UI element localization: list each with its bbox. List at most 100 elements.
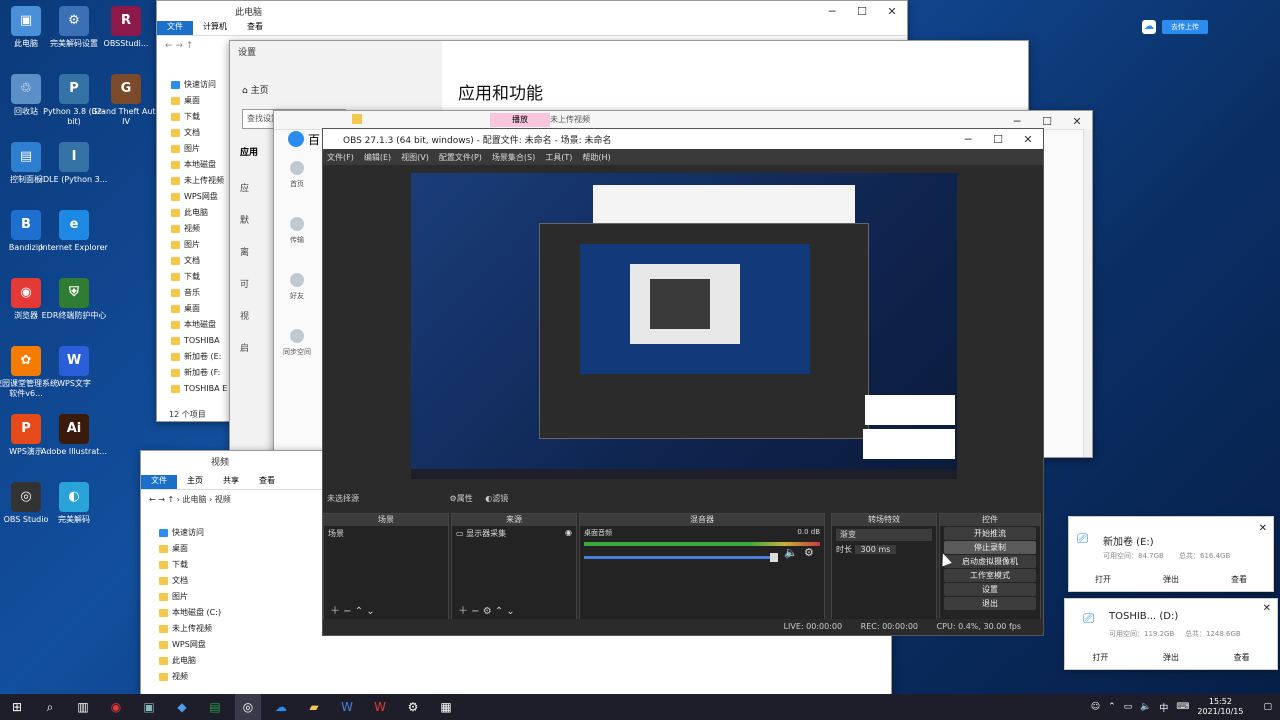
tree-item[interactable]: 快速访问: [159, 525, 239, 541]
menu-item[interactable]: 配置文件(P): [439, 152, 482, 163]
gear-icon[interactable]: ⚙: [804, 546, 814, 559]
tab-view[interactable]: 查看: [237, 21, 273, 35]
settings-nav-item[interactable]: 启: [240, 341, 249, 373]
settings-nav-item[interactable]: 离: [240, 245, 249, 277]
desktop-icon[interactable]: G Grand Theft Auto IV: [91, 74, 161, 127]
wps-office-icon[interactable]: W: [367, 694, 393, 720]
app-icon[interactable]: ▣: [136, 694, 162, 720]
task-view-icon[interactable]: ▥: [70, 694, 96, 720]
tree-item[interactable]: 快速访问: [171, 77, 231, 93]
control-button[interactable]: 启动虚拟摄像机: [944, 555, 1036, 568]
open-button[interactable]: 打开: [1092, 652, 1108, 663]
control-button[interactable]: 开始推流: [944, 527, 1036, 540]
tree-item[interactable]: 桌面: [171, 93, 231, 109]
maximize-icon[interactable]: ☐: [983, 129, 1013, 149]
control-button[interactable]: 退出: [944, 597, 1036, 610]
upload-button[interactable]: 去传上传: [1162, 20, 1208, 34]
tab-file[interactable]: 文件: [141, 475, 177, 489]
tree-item[interactable]: 文档: [171, 125, 231, 141]
tab-share[interactable]: 共享: [213, 475, 249, 489]
menu-item[interactable]: 帮助(H): [582, 152, 610, 163]
tree-item[interactable]: 音乐: [171, 285, 231, 301]
tree-item[interactable]: 文档: [159, 573, 239, 589]
breadcrumb-item[interactable]: 视频: [215, 495, 231, 504]
tree-item[interactable]: 视频: [171, 221, 231, 237]
baidu-nav-item[interactable]: 首页: [282, 161, 312, 217]
tree-item[interactable]: 桌面: [159, 541, 239, 557]
ime-icon[interactable]: ⌨: [1176, 702, 1189, 712]
close-icon[interactable]: ✕: [1013, 129, 1043, 149]
breadcrumb-item[interactable]: 此电脑: [182, 495, 206, 504]
menu-item[interactable]: 编辑(E): [364, 152, 391, 163]
tree-item[interactable]: 本地磁盘: [171, 157, 231, 173]
people-icon[interactable]: ☺: [1091, 702, 1100, 712]
tree-item[interactable]: 下载: [159, 557, 239, 573]
view-button[interactable]: 查看: [1231, 574, 1247, 585]
settings-gear-icon[interactable]: ⚙: [400, 694, 426, 720]
desktop-icon[interactable]: R OBSStudi...: [91, 6, 161, 49]
tree-item[interactable]: 图片: [171, 141, 231, 157]
minimize-icon[interactable]: ─: [817, 1, 847, 21]
open-button[interactable]: 打开: [1095, 574, 1111, 585]
maximize-icon[interactable]: ☐: [847, 1, 877, 21]
desktop-icon[interactable]: W WPS文字: [39, 346, 109, 389]
tree-item[interactable]: 下载: [171, 269, 231, 285]
control-button[interactable]: 工作室模式: [944, 569, 1036, 582]
tree-item[interactable]: TOSHIBA E: [171, 381, 231, 397]
tree-item[interactable]: WPS网盘: [171, 189, 231, 205]
tab-computer[interactable]: 计算机: [193, 21, 237, 35]
tree-item[interactable]: 文档: [171, 253, 231, 269]
network-icon[interactable]: ▭: [1124, 702, 1133, 712]
tree-item[interactable]: 图片: [171, 237, 231, 253]
minimize-icon[interactable]: ─: [953, 129, 983, 149]
baidu-nav-item[interactable]: 同步空间: [282, 329, 312, 385]
menu-item[interactable]: 文件(F): [327, 152, 354, 163]
desktop-icon[interactable]: I IDLE (Python 3...: [39, 142, 109, 185]
tree-item[interactable]: 新加卷 (F:: [171, 365, 231, 381]
file-explorer-icon[interactable]: ▰: [301, 694, 327, 720]
clock[interactable]: 15:52 2021/10/15: [1197, 697, 1243, 717]
properties-button[interactable]: ⚙属性: [450, 494, 473, 503]
input-language[interactable]: 中: [1159, 701, 1168, 714]
scrollbar[interactable]: [1083, 129, 1092, 457]
tree-item[interactable]: TOSHIBA: [171, 333, 231, 349]
settings-nav-item[interactable]: 视: [240, 309, 249, 341]
tree-item[interactable]: 视频: [159, 669, 239, 685]
tab-file[interactable]: 文件: [157, 21, 193, 35]
tab-view[interactable]: 查看: [249, 475, 285, 489]
settings-nav-item[interactable]: 可: [240, 277, 249, 309]
notification-center-icon[interactable]: ▢: [1263, 702, 1272, 712]
settings-nav-item[interactable]: 默: [240, 213, 249, 245]
desktop-icon[interactable]: ◐ 完美解码: [39, 482, 109, 525]
tree-item[interactable]: 图片: [159, 589, 239, 605]
source-controls[interactable]: ＋ − ⚙ ⌃ ⌄: [458, 602, 515, 617]
tree-item[interactable]: 下载: [171, 109, 231, 125]
volume-icon[interactable]: 🔈: [1140, 702, 1151, 712]
close-icon[interactable]: ✕: [1263, 603, 1271, 614]
notes-icon[interactable]: ▦: [433, 694, 459, 720]
eye-icon[interactable]: ◉: [565, 528, 572, 537]
baidu-nav-item[interactable]: 好友: [282, 273, 312, 329]
tab-unuploaded[interactable]: 未上传视频: [550, 113, 590, 127]
wps-word-icon[interactable]: W: [334, 694, 360, 720]
tree-item[interactable]: 未上传视频: [171, 173, 231, 189]
baidu-icon[interactable]: ☁: [268, 694, 294, 720]
close-icon[interactable]: ✕: [1062, 111, 1092, 131]
tab-playing[interactable]: 播放: [490, 113, 550, 127]
tree-item[interactable]: 未上传视频: [159, 621, 239, 637]
tree-item[interactable]: 新加卷 (E:: [171, 349, 231, 365]
home-link[interactable]: ⌂ 主页: [242, 83, 269, 96]
tree-item[interactable]: WPS网盘: [159, 637, 239, 653]
control-button[interactable]: 停止录制: [944, 541, 1036, 554]
menu-item[interactable]: 工具(T): [545, 152, 572, 163]
search-icon[interactable]: ⌕: [37, 694, 63, 720]
filters-button[interactable]: ◐滤镜: [485, 494, 508, 503]
wps-sheet-icon[interactable]: ▤: [202, 694, 228, 720]
view-button[interactable]: 查看: [1234, 652, 1250, 663]
obs-preview[interactable]: [411, 173, 957, 479]
desktop-icon[interactable]: ⛨ EDR终端防护中心: [39, 278, 109, 321]
duration-input[interactable]: 300 ms: [854, 545, 897, 554]
tab-home[interactable]: 主页: [177, 475, 213, 489]
control-button[interactable]: 设置: [944, 583, 1036, 596]
scene-controls[interactable]: ＋ − ⌃ ⌄: [330, 602, 375, 617]
